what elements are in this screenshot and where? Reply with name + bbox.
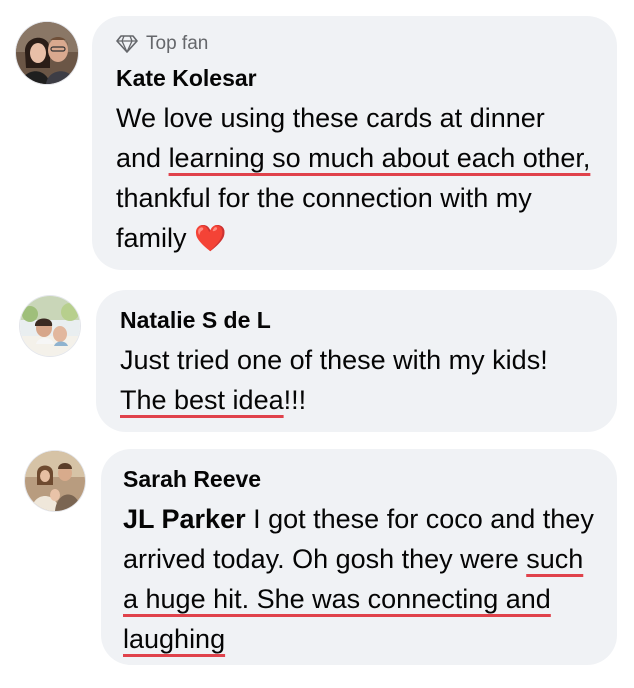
author-name[interactable]: Natalie S de L: [120, 306, 593, 334]
top-fan-badge[interactable]: Top fan: [116, 32, 593, 56]
comment-text: We love using these cards at dinner and …: [116, 98, 593, 258]
author-name[interactable]: Sarah Reeve: [123, 465, 595, 493]
text-part: Just tried one of these with my kids!: [120, 345, 548, 375]
avatar-natalie[interactable]: [20, 296, 80, 356]
text-part: !!!: [283, 385, 307, 415]
comment-bubble-natalie: Natalie S de L Just tried one of these w…: [96, 290, 617, 432]
highlighted-text: learning so much about each other,: [168, 143, 591, 173]
comment-text: JL Parker I got these for coco and they …: [123, 499, 595, 659]
avatar-kate[interactable]: [16, 22, 78, 84]
mention-tag[interactable]: JL Parker: [123, 504, 246, 534]
badge-label: Top fan: [146, 33, 209, 54]
author-name[interactable]: Kate Kolesar: [116, 64, 593, 92]
diamond-icon: [116, 35, 138, 53]
heart-emoji: ❤️: [194, 223, 227, 253]
avatar-sarah-image: [25, 451, 85, 511]
avatar-sarah[interactable]: [25, 451, 85, 511]
text-part: thankful for the connection with my fami…: [116, 183, 532, 253]
comment-bubble-sarah: Sarah Reeve JL Parker I got these for co…: [101, 449, 617, 665]
comment-bubble-kate: Top fan Kate Kolesar We love using these…: [92, 16, 617, 270]
highlighted-text: The best idea: [120, 385, 284, 415]
avatar-kate-image: [16, 22, 78, 84]
avatar-natalie-image: [20, 296, 80, 356]
comment-text: Just tried one of these with my kids! Th…: [120, 340, 593, 420]
